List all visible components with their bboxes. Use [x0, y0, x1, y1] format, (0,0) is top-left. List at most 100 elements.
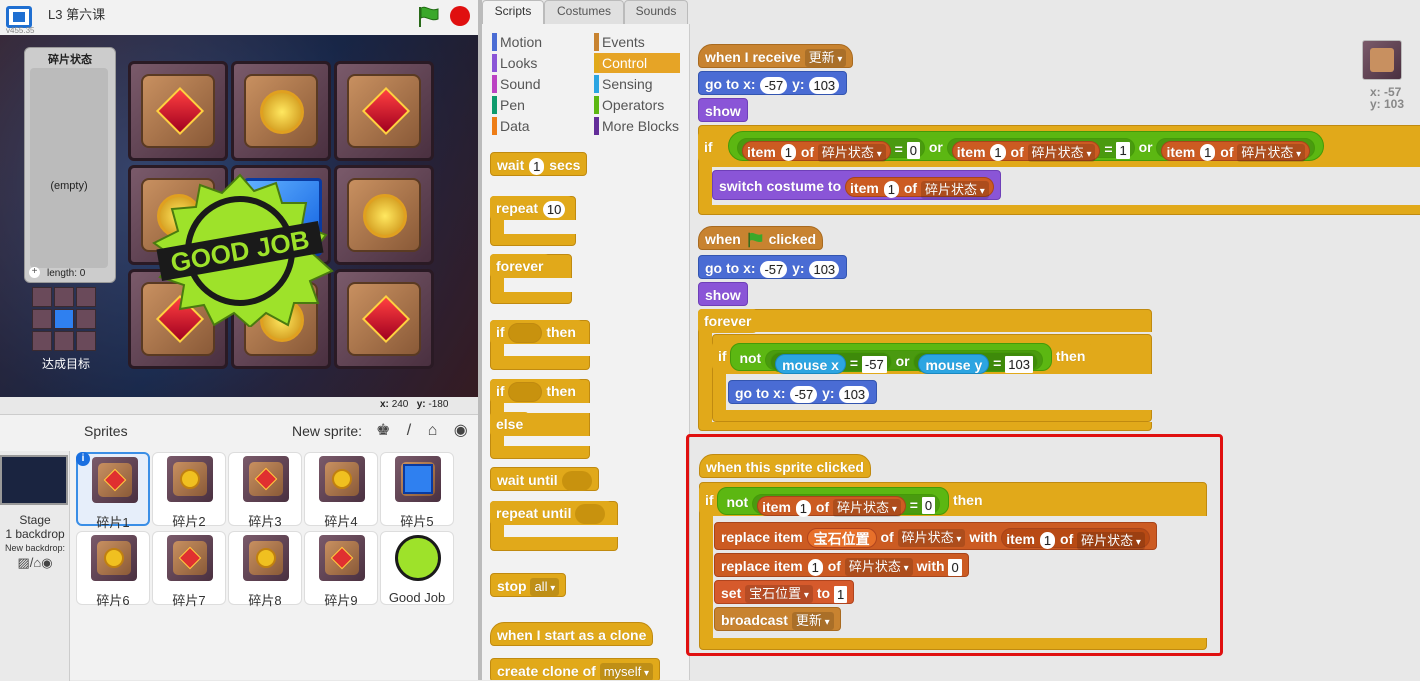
category-control[interactable]: Control: [594, 53, 680, 73]
sprite-thumb[interactable]: 碎片2: [152, 452, 226, 529]
block-input[interactable]: 103: [1005, 355, 1033, 373]
sprite-thumb[interactable]: Good Job: [380, 531, 454, 605]
equals-operator[interactable]: mouse y = 103: [913, 351, 1038, 375]
sprite-thumb[interactable]: 碎片6: [76, 531, 150, 608]
stage[interactable]: 碎片状态 (empty) + length: 0 达成目标 GOOD JOB: [0, 35, 478, 397]
category-operators[interactable]: Operators: [594, 95, 664, 115]
mouse-y-reporter[interactable]: mouse y: [918, 354, 990, 375]
clone-dropdown[interactable]: myself: [599, 663, 654, 680]
good-job-stamp[interactable]: GOOD JOB: [142, 173, 338, 327]
item-of-list-reporter[interactable]: item 1 of 碎片状态: [1161, 140, 1311, 162]
stop-block[interactable]: stop all: [490, 573, 567, 597]
block-input[interactable]: 103: [839, 385, 870, 403]
item-of-list-reporter[interactable]: item 1 of 碎片状态: [845, 177, 994, 199]
sprite-name: 碎片2: [172, 514, 206, 529]
puzzle-tile[interactable]: [334, 61, 434, 161]
category-looks[interactable]: Looks: [492, 53, 537, 73]
list-dropdown[interactable]: 碎片状态: [1237, 143, 1306, 162]
item-of-list-reporter[interactable]: item 1 of 碎片状态: [951, 140, 1101, 162]
block-input[interactable]: -57: [760, 76, 788, 94]
block-text: secs: [549, 157, 581, 173]
puzzle-tile[interactable]: [334, 165, 434, 265]
message-dropdown[interactable]: 更新: [804, 49, 847, 68]
category-pen[interactable]: Pen: [492, 95, 525, 115]
item-of-list-reporter[interactable]: item 1 of 碎片状态: [742, 140, 891, 162]
or-operator[interactable]: mouse x = -57 or mouse y = 103: [765, 349, 1043, 375]
block-input[interactable]: 1: [1200, 144, 1216, 162]
block-input[interactable]: 1: [780, 144, 796, 162]
target-cell: [76, 331, 96, 351]
wait-until-block[interactable]: wait until: [490, 467, 599, 492]
when-flag-clicked-hat[interactable]: when clicked: [698, 226, 824, 250]
switch-costume-block[interactable]: switch costume to item 1 of 碎片状态: [712, 170, 1001, 200]
block-input[interactable]: 1: [990, 144, 1006, 162]
tab-sounds[interactable]: Sounds: [624, 0, 688, 24]
category-sound[interactable]: Sound: [492, 74, 540, 94]
sprite-name: 碎片4: [324, 514, 358, 529]
block-input[interactable]: 103: [809, 260, 840, 278]
stage-selector[interactable]: Stage 1 backdrop New backdrop: ▨/⌂◉: [0, 451, 70, 681]
puzzle-tile[interactable]: [334, 269, 434, 369]
puzzle-tile[interactable]: [231, 61, 331, 161]
sprite-costume-icon: [243, 535, 289, 581]
category-sensing[interactable]: Sensing: [594, 74, 653, 94]
block-input[interactable]: 0: [906, 142, 920, 160]
stage-thumbnail[interactable]: [0, 455, 68, 505]
goto-xy-block[interactable]: go to x: -57 y: 103: [728, 380, 878, 404]
list-dropdown[interactable]: 碎片状态: [1027, 143, 1096, 162]
tab-costumes[interactable]: Costumes: [544, 0, 624, 24]
list-add-item-button[interactable]: +: [29, 267, 40, 278]
equals-operator[interactable]: item 1 of 碎片状态: [1156, 138, 1316, 162]
sprite-thumb[interactable]: 碎片7: [152, 531, 226, 608]
info-icon[interactable]: i: [76, 452, 90, 466]
block-input[interactable]: -57: [861, 355, 887, 373]
block-text: go to x:: [705, 76, 756, 92]
mouse-x-reporter[interactable]: mouse x: [775, 354, 846, 375]
sprite-thumb[interactable]: 碎片8: [228, 531, 302, 608]
goto-xy-block[interactable]: go to x: -57 y: 103: [698, 71, 848, 95]
stop-icon[interactable]: [450, 6, 470, 26]
block-text: then: [546, 383, 576, 399]
when-receive-hat[interactable]: when I receive 更新: [698, 44, 854, 68]
sprite-thumb[interactable]: 碎片3: [228, 452, 302, 529]
show-block[interactable]: show: [698, 282, 748, 306]
block-text: then: [546, 324, 576, 340]
block-input[interactable]: 1: [1116, 142, 1130, 160]
clone-hat-block[interactable]: when I start as a clone: [490, 622, 654, 646]
block-input[interactable]: -57: [790, 385, 818, 403]
sprite-thumb[interactable]: 碎片4: [304, 452, 378, 529]
list-dropdown[interactable]: 碎片状态: [817, 143, 886, 162]
block-input[interactable]: -57: [760, 260, 788, 278]
block-text: item: [747, 143, 776, 160]
fullscreen-icon[interactable]: [6, 6, 32, 28]
category-label: More Blocks: [602, 118, 680, 134]
stop-dropdown[interactable]: all: [530, 578, 560, 597]
category-more-blocks[interactable]: More Blocks: [594, 116, 679, 136]
sprite-thumb[interactable]: 碎片9: [304, 531, 378, 608]
equals-operator[interactable]: item 1 of 碎片状态 = 1: [946, 138, 1135, 162]
green-flag-icon[interactable]: [416, 6, 440, 28]
new-backdrop-tools-icon[interactable]: ▨/⌂◉: [0, 555, 70, 571]
category-events[interactable]: Events: [594, 32, 645, 52]
block-input[interactable]: 103: [809, 76, 840, 94]
equals-operator[interactable]: mouse x = -57: [770, 351, 892, 375]
block-input[interactable]: 10: [542, 200, 566, 218]
goto-xy-block[interactable]: go to x: -57 y: 103: [698, 255, 848, 279]
show-block[interactable]: show: [698, 98, 748, 122]
category-motion[interactable]: Motion: [492, 32, 542, 52]
puzzle-tile[interactable]: [128, 61, 228, 161]
list-dropdown[interactable]: 碎片状态: [920, 180, 989, 199]
category-data[interactable]: Data: [492, 116, 530, 136]
block-input[interactable]: 1: [883, 181, 899, 199]
create-clone-block[interactable]: create clone of myself: [490, 658, 661, 680]
new-sprite-tools-icon[interactable]: ♚ / ⌂ ◉: [376, 420, 474, 440]
block-text: stop: [497, 578, 527, 594]
sprite-thumb[interactable]: 碎片5: [380, 452, 454, 529]
equals-operator[interactable]: item 1 of 碎片状态 = 0: [737, 138, 925, 162]
or-operator[interactable]: item 1 of 碎片状态 = 0 or item 1 of 碎片状态 = 1…: [728, 131, 1325, 162]
new-sprite-label: New sprite:: [292, 423, 363, 439]
tab-scripts[interactable]: Scripts: [482, 0, 544, 26]
wait-secs-block[interactable]: wait 1 secs: [490, 152, 588, 176]
block-input[interactable]: 1: [529, 157, 545, 175]
not-operator[interactable]: not mouse x = -57 or mouse y = 103: [730, 343, 1052, 375]
